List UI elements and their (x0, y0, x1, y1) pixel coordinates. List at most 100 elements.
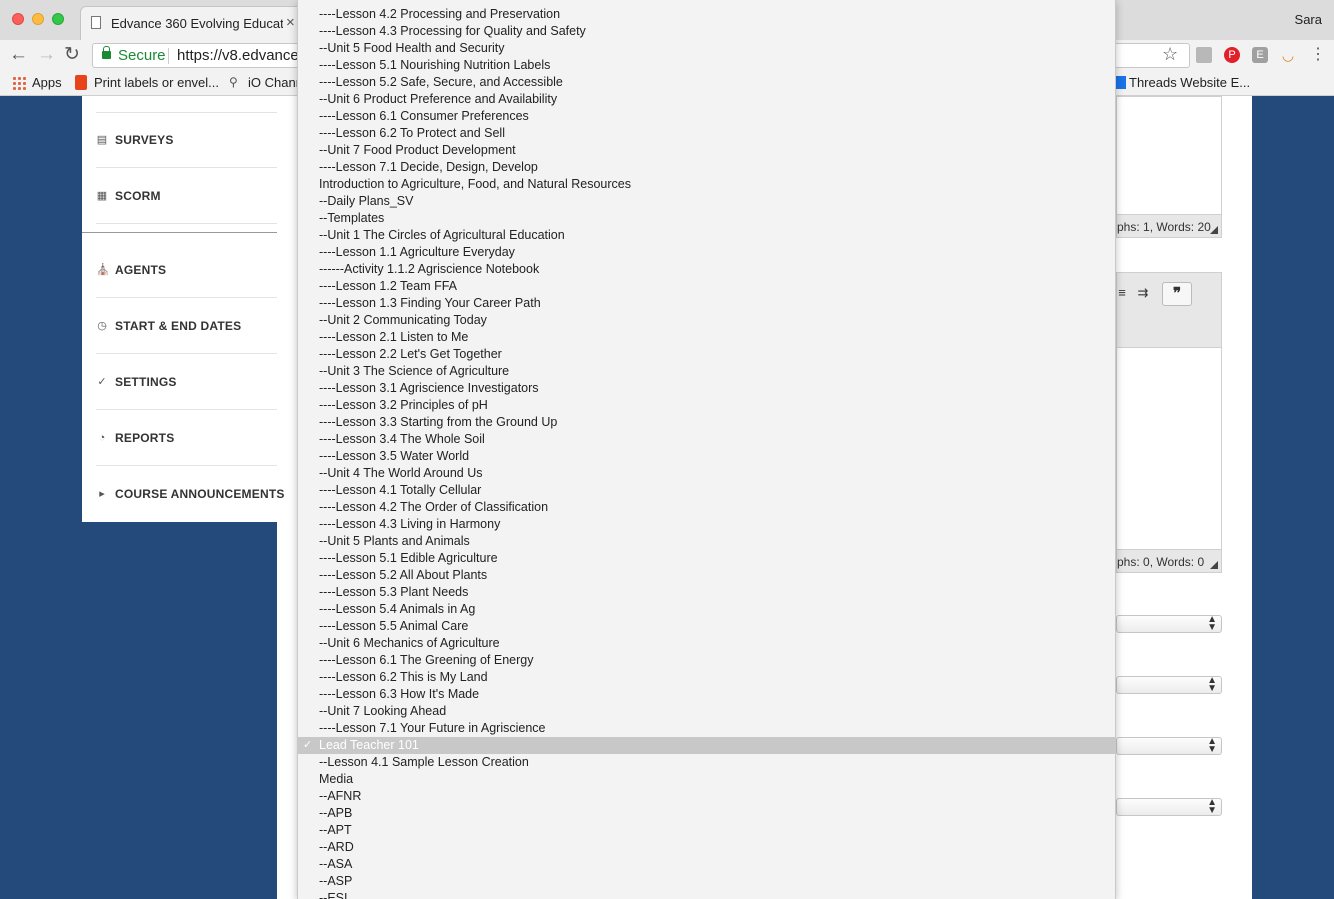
dropdown-option[interactable]: --APT (298, 822, 1115, 839)
minimize-window-button[interactable] (32, 13, 44, 25)
resize-grip-icon[interactable] (1210, 561, 1218, 569)
dropdown-option[interactable]: ----Lesson 5.2 All About Plants (298, 567, 1115, 584)
dropdown-option[interactable]: ----Lesson 5.3 Plant Needs (298, 584, 1115, 601)
browser-tab[interactable]: Edvance 360 Evolving Educati × (80, 6, 310, 40)
dropdown-option[interactable]: ----Lesson 7.1 Your Future in Agriscienc… (298, 720, 1115, 737)
dropdown-option[interactable]: --ASA (298, 856, 1115, 873)
bookmark-print-labels[interactable]: Print labels or envel... (94, 75, 219, 90)
forward-arrow-icon[interactable]: → (37, 44, 56, 66)
dropdown-option[interactable]: ✓ Lead Teacher 101 (298, 737, 1115, 754)
dropdown-option[interactable]: --AFNR (298, 788, 1115, 805)
dropdown-option[interactable]: ----Lesson 2.1 Listen to Me (298, 329, 1115, 346)
url-text[interactable]: https://v8.edvance (177, 47, 299, 64)
course-select-dropdown-list[interactable]: ----Lesson 4.2 Processing and Preservati… (297, 0, 1116, 899)
editor-body[interactable] (1116, 96, 1222, 216)
dropdown-option[interactable]: --Unit 1 The Circles of Agricultural Edu… (298, 227, 1115, 244)
dropdown-option[interactable]: --Daily Plans_SV (298, 193, 1115, 210)
dropdown-option[interactable]: --Unit 5 Plants and Animals (298, 533, 1115, 550)
select-dropdown[interactable]: ▲ ▼ (1116, 737, 1222, 755)
dropdown-option[interactable]: ----Lesson 3.5 Water World (298, 448, 1115, 465)
dropdown-option[interactable]: ----Lesson 4.2 Processing and Preservati… (298, 6, 1115, 23)
dropdown-option[interactable]: --Unit 6 Mechanics of Agriculture (298, 635, 1115, 652)
dropdown-option[interactable]: ----Lesson 4.3 Processing for Quality an… (298, 23, 1115, 40)
dropdown-option[interactable]: --Templates (298, 210, 1115, 227)
dropdown-option[interactable]: Introduction to Agriculture, Food, and N… (298, 176, 1115, 193)
dropdown-option[interactable]: --Unit 4 The World Around Us (298, 465, 1115, 482)
dropdown-option[interactable]: ------Activity 1.1.2 Agriscience Noteboo… (298, 261, 1115, 278)
bookmark-apps[interactable]: Apps (32, 75, 62, 90)
dropdown-option[interactable]: ----Lesson 4.2 The Order of Classificati… (298, 499, 1115, 516)
dropdown-option[interactable]: --Lesson 4.1 Sample Lesson Creation (298, 754, 1115, 771)
sidebar-item-start-end-dates[interactable]: ◷ START & END DATES (82, 299, 277, 355)
rainbow-extension-icon[interactable]: ◡ (1280, 47, 1296, 63)
dropdown-option-label: ----Lesson 1.3 Finding Your Career Path (319, 296, 541, 310)
dropdown-option[interactable]: --ASP (298, 873, 1115, 890)
close-window-button[interactable] (12, 13, 24, 25)
editor-body[interactable] (1116, 347, 1222, 550)
sidebar-item-scorm[interactable]: ▦ SCORM (82, 169, 277, 225)
dropdown-option[interactable]: ----Lesson 3.2 Principles of pH (298, 397, 1115, 414)
sidebar-item-agents[interactable]: ⛪ AGENTS (82, 243, 277, 299)
dropdown-option[interactable]: ----Lesson 1.3 Finding Your Career Path (298, 295, 1115, 312)
dropdown-option[interactable]: ----Lesson 6.1 Consumer Preferences (298, 108, 1115, 125)
dropdown-option[interactable]: ----Lesson 4.1 Totally Cellular (298, 482, 1115, 499)
word-count: phs: 1, Words: 20 (1117, 220, 1211, 234)
dropdown-option[interactable]: ----Lesson 5.1 Nourishing Nutrition Labe… (298, 57, 1115, 74)
dropdown-option[interactable]: --Unit 5 Food Health and Security (298, 40, 1115, 57)
dropdown-option[interactable]: ----Lesson 6.2 To Protect and Sell (298, 125, 1115, 142)
dropdown-option-label: ----Lesson 6.3 How It's Made (319, 687, 480, 701)
dropdown-option[interactable]: --Unit 6 Product Preference and Availabi… (298, 91, 1115, 108)
dropdown-option[interactable]: ----Lesson 1.2 Team FFA (298, 278, 1115, 295)
sidebar-item-settings[interactable]: ✓ SETTINGS (82, 355, 277, 411)
sidebar-item-surveys[interactable]: ▤ SURVEYS (82, 113, 277, 169)
sidebar-item-course-announcements[interactable]: ▸ COURSE ANNOUNCEMENTS (82, 467, 284, 523)
dropdown-option[interactable]: --Unit 2 Communicating Today (298, 312, 1115, 329)
dropdown-option[interactable]: ----Lesson 6.1 The Greening of Energy (298, 652, 1115, 669)
dropdown-option[interactable]: --Unit 7 Looking Ahead (298, 703, 1115, 720)
dropdown-option[interactable]: ----Lesson 6.2 This is My Land (298, 669, 1115, 686)
editor-status-bar: phs: 0, Words: 0 (1116, 549, 1222, 573)
dropdown-option[interactable]: ----Lesson 5.4 Animals in Ag (298, 601, 1115, 618)
reload-icon[interactable]: ↻ (64, 44, 80, 66)
dropdown-option[interactable]: ----Lesson 2.2 Let's Get Together (298, 346, 1115, 363)
evernote-extension-icon[interactable]: E (1252, 47, 1268, 63)
address-divider (168, 48, 169, 64)
select-dropdown[interactable]: ▲ ▼ (1116, 615, 1222, 633)
dropdown-option[interactable]: ----Lesson 1.1 Agriculture Everyday (298, 244, 1115, 261)
bookmark-star-icon[interactable]: ☆ (1162, 44, 1178, 65)
dropdown-option[interactable]: --ARD (298, 839, 1115, 856)
menu-dots-icon[interactable]: ⋮ (1310, 44, 1326, 64)
select-dropdown[interactable]: ▲ ▼ (1116, 676, 1222, 694)
bookmark-threads[interactable]: Threads Website E... (1129, 75, 1250, 90)
resize-grip-icon[interactable] (1210, 226, 1218, 234)
tab-close-icon[interactable]: × (286, 14, 295, 31)
select-dropdown[interactable]: ▲ ▼ (1116, 798, 1222, 816)
blockquote-button[interactable]: ❞ (1162, 282, 1192, 306)
dropdown-option[interactable]: ----Lesson 5.1 Edible Agriculture (298, 550, 1115, 567)
dropdown-option[interactable]: --Unit 7 Food Product Development (298, 142, 1115, 159)
dropdown-option[interactable]: ----Lesson 5.5 Animal Care (298, 618, 1115, 635)
apps-grid-icon[interactable] (12, 76, 26, 90)
sidebar-item-reports[interactable]: ◔ REPORTS (82, 411, 277, 467)
dropdown-option[interactable]: --APB (298, 805, 1115, 822)
dropdown-option-label: --APB (319, 806, 353, 820)
dropdown-option[interactable]: ----Lesson 6.3 How It's Made (298, 686, 1115, 703)
pinterest-extension-icon[interactable]: P (1224, 47, 1240, 63)
dropdown-option[interactable]: --ESI (298, 890, 1115, 899)
dropdown-option[interactable]: Media (298, 771, 1115, 788)
profile-name[interactable]: Sara (1295, 12, 1322, 27)
dropdown-option-label: --Unit 3 The Science of Agriculture (319, 364, 510, 378)
bookmark-io-channel[interactable]: iO Chann (248, 75, 303, 90)
dropdown-option[interactable]: ----Lesson 3.1 Agriscience Investigators (298, 380, 1115, 397)
dropdown-option[interactable]: ----Lesson 7.1 Decide, Design, Develop (298, 159, 1115, 176)
back-arrow-icon[interactable]: ← (9, 44, 28, 66)
dropdown-option[interactable]: ----Lesson 5.2 Safe, Secure, and Accessi… (298, 74, 1115, 91)
dropdown-option[interactable]: ----Lesson 3.4 The Whole Soil (298, 431, 1115, 448)
indent-icon[interactable]: ⇉ (1131, 282, 1155, 306)
drive-extension-icon[interactable] (1196, 47, 1212, 63)
dropdown-option[interactable]: --Unit 3 The Science of Agriculture (298, 363, 1115, 380)
dropdown-option[interactable]: ----Lesson 4.3 Living in Harmony (298, 516, 1115, 533)
dropdown-option[interactable]: ----Lesson 3.3 Starting from the Ground … (298, 414, 1115, 431)
sidebar-divider (96, 409, 277, 410)
maximize-window-button[interactable] (52, 13, 64, 25)
